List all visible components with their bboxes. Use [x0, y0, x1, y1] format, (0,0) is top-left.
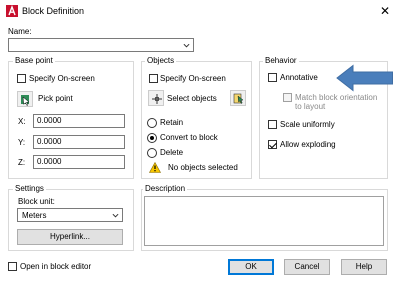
name-label: Name:	[8, 27, 32, 36]
match-orientation-label-2: to layout	[295, 102, 326, 111]
chevron-down-icon	[183, 43, 190, 48]
base-point-title: Base point	[13, 56, 55, 66]
z-label: Z:	[18, 158, 26, 167]
help-button[interactable]: Help	[341, 259, 387, 275]
scale-uniformly-checkbox[interactable]	[268, 120, 277, 129]
select-objects-label: Select objects	[167, 94, 217, 103]
delete-radio[interactable]	[147, 148, 157, 158]
window-title: Block Definition	[22, 6, 85, 16]
close-icon[interactable]: ✕	[378, 4, 392, 18]
annotative-label: Annotative	[280, 73, 318, 82]
pick-point-label: Pick point	[38, 94, 73, 103]
quick-select-icon	[233, 93, 244, 104]
convert-label: Convert to block	[160, 133, 218, 142]
objects-title: Objects	[145, 56, 177, 66]
base-specify-checkbox[interactable]	[17, 74, 26, 83]
behavior-title: Behavior	[263, 56, 299, 66]
retain-radio[interactable]	[147, 118, 157, 128]
block-unit-label: Block unit:	[18, 197, 55, 206]
z-input[interactable]: 0.0000	[33, 155, 125, 169]
crosshair-icon	[152, 94, 162, 104]
y-label: Y:	[18, 138, 26, 147]
quick-select-button[interactable]	[230, 90, 246, 106]
x-label: X:	[18, 117, 26, 126]
base-specify-label: Specify On-screen	[29, 74, 95, 83]
open-in-editor-checkbox[interactable]	[8, 262, 17, 271]
allow-exploding-checkbox[interactable]	[268, 140, 277, 149]
hyperlink-button[interactable]: Hyperlink...	[17, 229, 123, 245]
select-objects-button[interactable]	[148, 90, 164, 106]
convert-radio[interactable]	[147, 133, 157, 143]
match-orientation-checkbox[interactable]	[283, 93, 292, 102]
annotative-checkbox[interactable]	[268, 73, 277, 82]
scale-uniformly-label: Scale uniformly	[280, 120, 335, 129]
pick-point-button[interactable]	[17, 91, 33, 107]
allow-exploding-label: Allow exploding	[280, 140, 336, 149]
cancel-button[interactable]: Cancel	[284, 259, 330, 275]
settings-title: Settings	[13, 184, 46, 194]
chevron-down-icon	[112, 213, 119, 218]
objects-specify-label: Specify On-screen	[160, 74, 226, 83]
name-combo[interactable]	[8, 38, 194, 52]
warning-icon	[149, 162, 161, 173]
block-unit-value: Meters	[22, 211, 47, 220]
delete-label: Delete	[160, 148, 184, 157]
objects-status: No objects selected	[168, 163, 238, 172]
autocad-icon	[6, 5, 18, 17]
x-input[interactable]: 0.0000	[33, 114, 125, 128]
retain-label: Retain	[160, 118, 184, 127]
open-in-editor-label: Open in block editor	[20, 262, 92, 271]
description-textarea[interactable]	[144, 196, 384, 246]
block-unit-select[interactable]: Meters	[17, 208, 123, 222]
pick-point-icon	[21, 95, 30, 106]
objects-specify-checkbox[interactable]	[149, 74, 158, 83]
description-title: Description	[143, 184, 188, 194]
ok-button[interactable]: OK	[228, 259, 274, 275]
pointer-arrow-icon	[336, 64, 393, 92]
y-input[interactable]: 0.0000	[33, 135, 125, 149]
